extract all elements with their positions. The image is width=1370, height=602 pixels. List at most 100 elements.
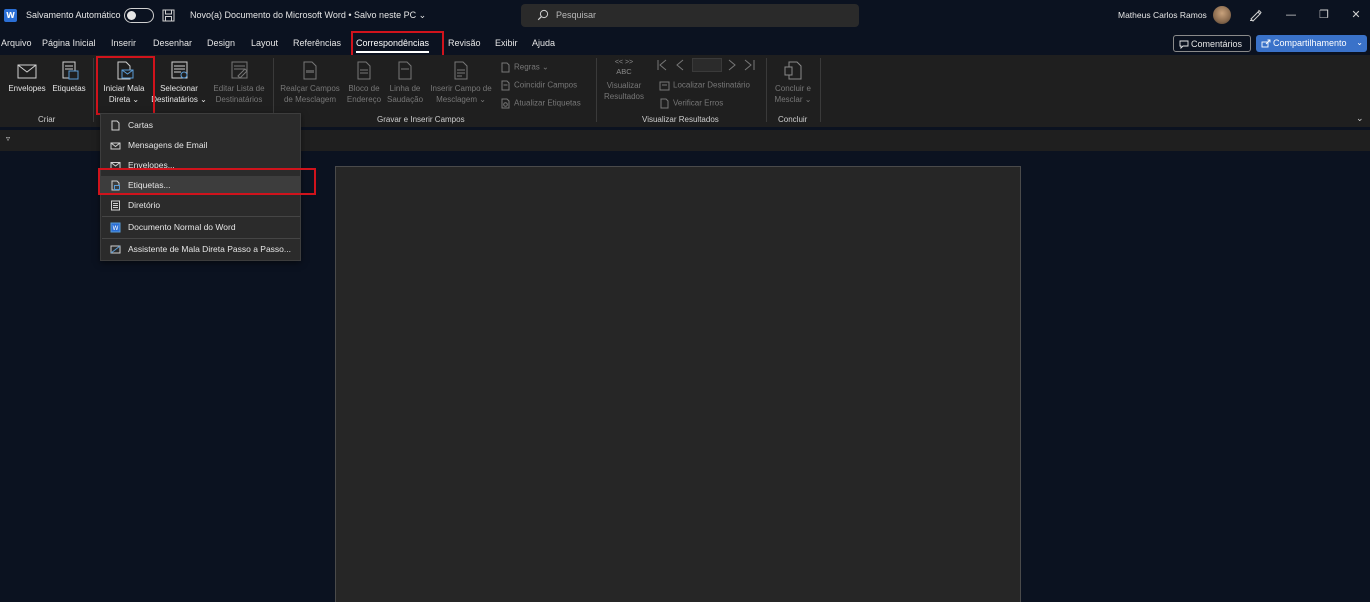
menu-item-diretorio[interactable]: Diretório [101, 196, 300, 215]
directory-icon [111, 200, 120, 211]
user-name[interactable]: Matheus Carlos Ramos [1118, 10, 1207, 20]
menu-item-documento-normal[interactable]: W Documento Normal do Word [101, 218, 300, 237]
localizar-destinatario-button[interactable]: Localizar Destinatário [659, 80, 750, 91]
editar-lista-button[interactable]: Editar Lista de Destinatários [210, 61, 268, 105]
menu-item-label: Cartas [128, 120, 154, 130]
tab-correspondencias[interactable]: Correspondências [356, 38, 430, 53]
tab-revisao[interactable]: Revisão [448, 38, 481, 48]
svg-text:W: W [113, 225, 119, 232]
ribbon-separator [93, 58, 94, 122]
menu-item-label: Diretório [128, 200, 161, 210]
restore-icon[interactable]: ❐ [1316, 7, 1332, 23]
envelopes-button[interactable]: Envelopes [7, 61, 47, 95]
close-icon[interactable]: ✕ [1348, 7, 1364, 23]
verificar-erros-button[interactable]: Verificar Erros [659, 98, 723, 109]
linha-line2: Saudação [386, 94, 424, 104]
comments-button[interactable]: Comentários [1173, 35, 1251, 52]
concluir-line2: Mesclar ⌄ [774, 94, 812, 104]
tab-ajuda[interactable]: Ajuda [532, 38, 555, 48]
autosave-toggle[interactable] [124, 8, 154, 23]
letter-icon [111, 120, 120, 131]
mail-merge-icon [117, 61, 134, 80]
visualizar-resultados-button[interactable]: << >> ABC Visualizar Resultados [601, 59, 647, 102]
share-caret-icon[interactable]: ⌄ [1356, 38, 1363, 47]
email-icon [110, 142, 121, 150]
menu-item-envelopes[interactable]: Envelopes... [101, 156, 300, 175]
tab-pagina-inicial[interactable]: Página Inicial [42, 38, 96, 48]
visualizar-line1: Visualizar [606, 81, 642, 90]
share-icon [1261, 39, 1271, 48]
tab-design[interactable]: Design [207, 38, 235, 48]
tab-layout[interactable]: Layout [251, 38, 278, 48]
group-visualizar-label: Visualizar Resultados [642, 115, 719, 124]
menu-item-etiquetas[interactable]: Etiquetas... [101, 176, 300, 195]
pen-icon[interactable] [1248, 8, 1262, 22]
visualizar-line2: Resultados [603, 91, 645, 101]
realcar-line1: Realçar Campos [280, 84, 340, 93]
inserir-line2: Mesclagem ⌄ [436, 94, 486, 104]
menu-item-assistente[interactable]: Assistente de Mala Direta Passo a Passo.… [101, 240, 300, 259]
group-gravar-label: Gravar e Inserir Campos [377, 115, 465, 124]
wizard-icon [110, 245, 121, 254]
save-icon[interactable] [162, 9, 175, 22]
menu-item-mensagens-email[interactable]: Mensagens de Email [101, 136, 300, 155]
tab-exibir[interactable]: Exibir [495, 38, 518, 48]
ribbon-separator [596, 58, 597, 122]
document-title[interactable]: Novo(a) Documento do Microsoft Word • Sa… [190, 10, 426, 21]
recipients-icon [171, 61, 188, 79]
regras-button[interactable]: Regras ⌄ [500, 62, 549, 73]
tab-referencias[interactable]: Referências [293, 38, 341, 48]
finish-merge-icon [784, 61, 802, 80]
ribbon-tabs: Arquivo Página Inicial Inserir Desenhar … [0, 34, 1370, 54]
bloco-endereco-button[interactable]: Bloco de Endereço [344, 61, 384, 105]
group-concluir-label: Concluir [778, 115, 808, 124]
tab-arquivo[interactable]: Arquivo [1, 38, 32, 48]
localizar-label: Localizar Destinatário [673, 80, 750, 90]
preview-arrows-icon: << >> [614, 59, 634, 66]
bloco-line1: Bloco de [348, 84, 380, 93]
concluir-mesclar-button[interactable]: Concluir e Mesclar ⌄ [771, 61, 815, 105]
bloco-line2: Endereço [346, 94, 382, 104]
share-button[interactable]: Compartilhamento ⌄ [1256, 35, 1367, 52]
inserir-campo-button[interactable]: Inserir Campo de Mesclagem ⌄ [426, 61, 496, 105]
menu-divider [102, 238, 300, 239]
comments-label: Comentários [1191, 39, 1243, 49]
insert-field-icon [454, 61, 468, 80]
verificar-label: Verificar Erros [673, 98, 724, 108]
etiquetas-label: Etiquetas [52, 84, 86, 93]
linha-saudacao-button[interactable]: Linha de Saudação [385, 61, 425, 105]
iniciar-mala-direta-button[interactable]: Iniciar Mala Direta ⌄ [99, 61, 149, 105]
tab-desenhar[interactable]: Desenhar [153, 38, 192, 48]
concluir-line1: Concluir e [774, 84, 811, 93]
selecionar-destinatarios-button[interactable]: Selecionar Destinatários ⌄ [150, 61, 208, 105]
inserir-line1: Inserir Campo de [430, 84, 492, 93]
envelope-icon [17, 64, 37, 79]
minimize-icon[interactable]: — [1283, 7, 1299, 23]
tab-inserir[interactable]: Inserir [111, 38, 136, 48]
record-number-input[interactable] [692, 58, 722, 72]
rules-icon [501, 62, 510, 73]
menu-item-cartas[interactable]: Cartas [101, 116, 300, 135]
realcar-campos-button[interactable]: Realçar Campos de Mesclagem [277, 61, 343, 105]
editar-line1: Editar Lista de [213, 84, 265, 93]
linha-line1: Linha de [389, 84, 421, 93]
customize-qat-icon[interactable]: ▿ [6, 134, 10, 143]
labels-icon [62, 61, 79, 80]
etiquetas-button[interactable]: Etiquetas [50, 61, 88, 95]
highlight-fields-icon [303, 61, 317, 80]
envelope-icon [110, 162, 121, 169]
document-page[interactable] [335, 166, 1021, 602]
editar-line2: Destinatários [215, 94, 263, 104]
tab-correspondencias-label: Correspondências [356, 38, 430, 48]
match-fields-icon [501, 80, 510, 91]
atualizar-etiquetas-button[interactable]: Atualizar Etiquetas [500, 98, 581, 109]
group-criar-label: Criar [38, 115, 56, 124]
share-label: Compartilhamento [1273, 38, 1347, 48]
ribbon-collapse-icon[interactable]: ⌄ [1356, 113, 1364, 124]
iniciar-line1: Iniciar Mala [103, 84, 145, 93]
mail-merge-dropdown: Cartas Mensagens de Email Envelopes... E… [100, 113, 301, 261]
coincidir-campos-button[interactable]: Coincidir Campos [500, 80, 577, 91]
avatar[interactable] [1213, 6, 1231, 24]
search-placeholder: Pesquisar [556, 10, 597, 20]
search-box[interactable]: Pesquisar [521, 4, 859, 27]
